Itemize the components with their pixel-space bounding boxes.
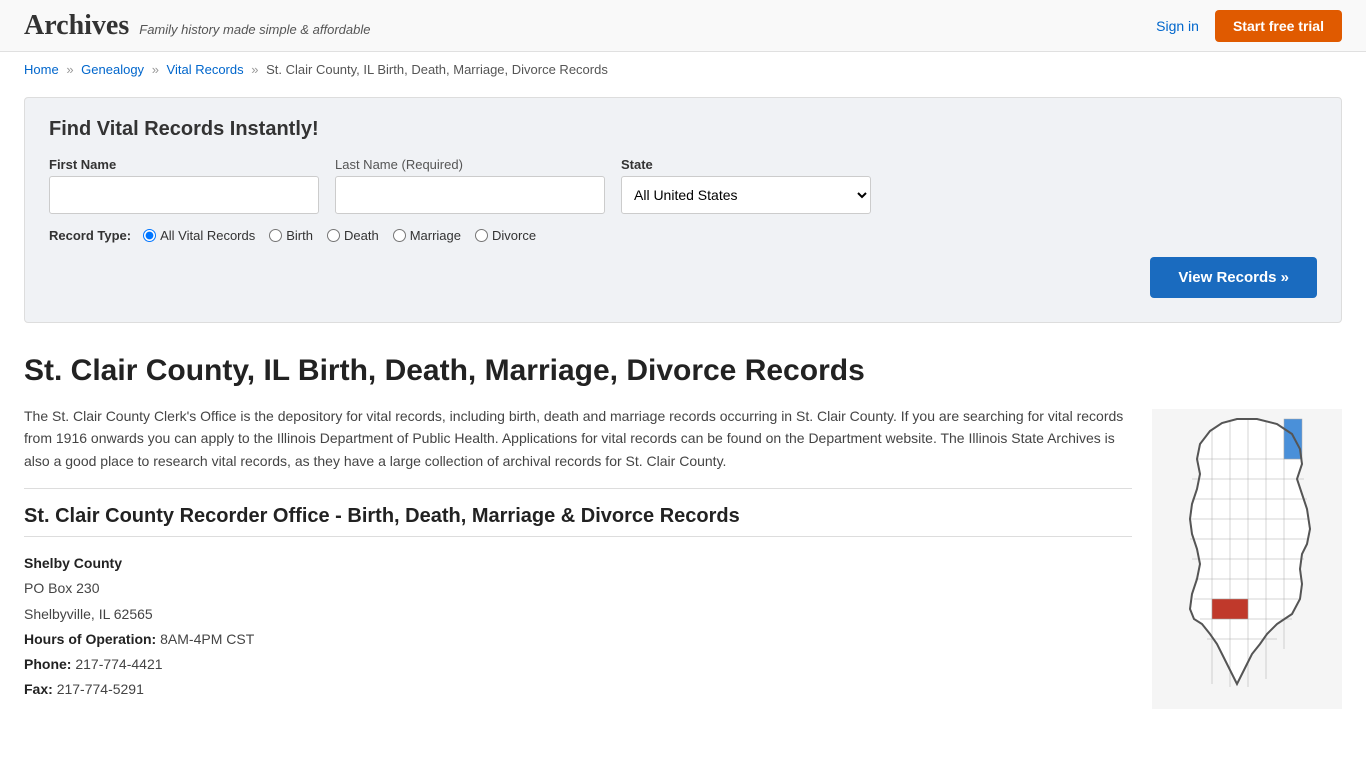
content-text: The St. Clair County Clerk's Office is t… — [24, 405, 1132, 702]
search-fields: First Name Last Name (Required) State Al… — [49, 157, 1317, 214]
breadcrumb-vital-records[interactable]: Vital Records — [167, 62, 244, 77]
section-divider — [24, 488, 1132, 489]
breadcrumb-current: St. Clair County, IL Birth, Death, Marri… — [266, 62, 608, 77]
sign-in-link[interactable]: Sign in — [1156, 18, 1199, 34]
radio-group: All Vital Records Birth Death Marriage D… — [143, 228, 536, 243]
fax-label: Fax: — [24, 681, 53, 697]
logo-text: Archives — [24, 10, 129, 42]
office-name: Shelby County — [24, 551, 1132, 576]
radio-divorce[interactable]: Divorce — [475, 228, 536, 243]
breadcrumb-home[interactable]: Home — [24, 62, 59, 77]
last-name-label: Last Name (Required) — [335, 157, 605, 172]
hours-label: Hours of Operation: — [24, 631, 156, 647]
first-name-group: First Name — [49, 157, 319, 214]
header-actions: Sign in Start free trial — [1156, 10, 1342, 42]
office-info: Shelby County PO Box 230 Shelbyville, IL… — [24, 551, 1132, 702]
main-content: St. Clair County, IL Birth, Death, Marri… — [0, 343, 1366, 722]
logo-area: Archives Family history made simple & af… — [24, 10, 370, 42]
page-description: The St. Clair County Clerk's Office is t… — [24, 405, 1132, 472]
state-label: State — [621, 157, 871, 172]
site-header: Archives Family history made simple & af… — [0, 0, 1366, 52]
first-name-input[interactable] — [49, 176, 319, 214]
fax-value: 217-774-5291 — [57, 681, 144, 697]
hours-row: Hours of Operation: 8AM-4PM CST — [24, 627, 1132, 652]
hours-value: 8AM-4PM CST — [160, 631, 254, 647]
last-name-input[interactable] — [335, 176, 605, 214]
city-state-zip: Shelbyville, IL 62565 — [24, 602, 1132, 627]
phone-row: Phone: 217-774-4421 — [24, 652, 1132, 677]
page-title: St. Clair County, IL Birth, Death, Marri… — [24, 353, 1342, 389]
search-box: Find Vital Records Instantly! First Name… — [24, 97, 1342, 323]
po-box: PO Box 230 — [24, 576, 1132, 601]
radio-death[interactable]: Death — [327, 228, 379, 243]
radio-marriage[interactable]: Marriage — [393, 228, 461, 243]
state-group: State All United States — [621, 157, 871, 214]
phone-value: 217-774-4421 — [75, 656, 162, 672]
phone-label: Phone: — [24, 656, 71, 672]
state-select[interactable]: All United States — [621, 176, 871, 214]
last-name-group: Last Name (Required) — [335, 157, 605, 214]
breadcrumb-genealogy[interactable]: Genealogy — [81, 62, 144, 77]
first-name-label: First Name — [49, 157, 319, 172]
logo-tagline: Family history made simple & affordable — [139, 22, 370, 37]
fax-row: Fax: 217-774-5291 — [24, 677, 1132, 702]
section-title: St. Clair County Recorder Office - Birth… — [24, 505, 1132, 537]
breadcrumb: Home » Genealogy » Vital Records » St. C… — [0, 52, 1366, 87]
start-trial-button[interactable]: Start free trial — [1215, 10, 1342, 42]
record-type-label: Record Type: — [49, 228, 131, 243]
content-with-map: The St. Clair County Clerk's Office is t… — [24, 405, 1342, 712]
illinois-map — [1152, 409, 1342, 709]
radio-all-vital[interactable]: All Vital Records — [143, 228, 255, 243]
map-container — [1152, 409, 1342, 712]
view-records-button[interactable]: View Records » — [1150, 257, 1317, 298]
search-title: Find Vital Records Instantly! — [49, 118, 1317, 141]
record-type-row: Record Type: All Vital Records Birth Dea… — [49, 228, 1317, 243]
search-btn-row: View Records » — [49, 257, 1317, 298]
radio-birth[interactable]: Birth — [269, 228, 313, 243]
